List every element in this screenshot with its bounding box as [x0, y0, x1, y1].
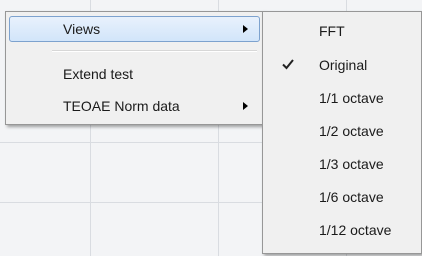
- views-submenu: FFT Original 1/1 octave 1/2 octave 1/3 o…: [262, 11, 422, 254]
- submenu-item-label: 1/3 octave: [319, 156, 384, 172]
- menu-item-label: TEOAE Norm data: [63, 98, 180, 114]
- submenu-item-fft[interactable]: FFT: [265, 17, 419, 45]
- menu-separator: [52, 50, 257, 52]
- submenu-item-original[interactable]: Original: [265, 51, 419, 79]
- context-menu: Views Extend test TEOAE Norm data: [5, 11, 264, 125]
- submenu-item-label: FFT: [319, 23, 345, 39]
- menu-item-extend-test[interactable]: Extend test: [9, 61, 260, 87]
- submenu-item-1-12-octave[interactable]: 1/12 octave: [265, 216, 419, 244]
- menu-item-label: Extend test: [63, 66, 134, 82]
- submenu-item-label: 1/12 octave: [319, 222, 392, 238]
- submenu-item-label: Original: [319, 57, 368, 73]
- submenu-item-label: 1/6 octave: [319, 189, 384, 205]
- checkmark-icon: [282, 59, 294, 70]
- submenu-item-1-3-octave[interactable]: 1/3 octave: [265, 150, 419, 178]
- menu-item-label: Views: [63, 21, 101, 37]
- menu-item-teoae-norm-data[interactable]: TEOAE Norm data: [9, 93, 260, 119]
- chevron-right-icon: [243, 102, 248, 110]
- submenu-item-1-2-octave[interactable]: 1/2 octave: [265, 117, 419, 145]
- submenu-item-label: 1/2 octave: [319, 123, 384, 139]
- chevron-right-icon: [243, 25, 248, 33]
- menu-item-views[interactable]: Views: [9, 16, 260, 42]
- submenu-item-1-1-octave[interactable]: 1/1 octave: [265, 84, 419, 112]
- submenu-item-label: 1/1 octave: [319, 90, 384, 106]
- submenu-item-1-6-octave[interactable]: 1/6 octave: [265, 183, 419, 211]
